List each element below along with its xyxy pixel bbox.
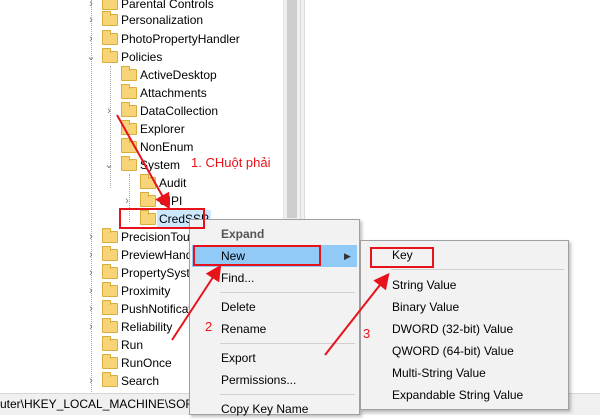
menu-item-label: Copy Key Name	[221, 402, 309, 416]
tree-item-label: Audit	[159, 176, 187, 190]
folder-icon	[102, 246, 118, 261]
tree-item-label: RunOnce	[121, 356, 172, 370]
tree-item-label: ActiveDesktop	[140, 68, 217, 82]
menu-item-label: QWORD (64-bit) Value	[392, 344, 514, 358]
menu-separator	[391, 269, 564, 270]
expand-arrow-icon[interactable]: ›	[86, 30, 96, 48]
menu-item-delete[interactable]: Delete	[192, 296, 357, 318]
tree-item-label: Reliability	[121, 320, 173, 334]
menu-item-label: DWORD (32-bit) Value	[392, 322, 514, 336]
menu-separator	[220, 343, 355, 344]
folder-icon	[102, 354, 118, 369]
expand-arrow-icon[interactable]: ›	[86, 318, 96, 336]
highlight-box-new	[193, 245, 321, 266]
menu-item-expand[interactable]: Expand	[192, 223, 357, 245]
tree-item-label: Attachments	[140, 86, 207, 100]
submenu-item-expandable-string-value[interactable]: Expandable String Value	[363, 384, 566, 406]
folder-icon	[140, 192, 156, 207]
status-path: uter\HKEY_LOCAL_MACHINE\SOFT	[0, 397, 201, 411]
submenu-item-multi-string-value[interactable]: Multi-String Value	[363, 362, 566, 384]
folder-icon	[121, 84, 137, 99]
menu-item-label: Permissions...	[221, 373, 297, 387]
folder-icon	[102, 336, 118, 351]
menu-item-permissions[interactable]: Permissions...	[192, 369, 357, 391]
highlight-box-key	[370, 247, 434, 268]
menu-item-label: Expandable String Value	[392, 388, 524, 402]
annotation-step1: 1. CHuột phải	[191, 155, 271, 170]
expand-arrow-icon[interactable]: ›	[86, 246, 96, 264]
folder-icon	[140, 174, 156, 189]
menu-item-label: Delete	[221, 300, 256, 314]
tree-item-label: Proximity	[121, 284, 171, 298]
menu-item-label: Find...	[221, 271, 255, 285]
tree-item-label: Run	[121, 338, 144, 352]
folder-icon	[102, 30, 118, 45]
menu-separator	[220, 292, 355, 293]
menu-item-find[interactable]: Find...	[192, 267, 357, 289]
submenu-item-dword-value[interactable]: DWORD (32-bit) Value	[363, 318, 566, 340]
tree-item-label: PreviewHand	[121, 248, 193, 262]
tree-item-label: Search	[121, 374, 160, 388]
folder-icon	[102, 282, 118, 297]
collapse-arrow-icon[interactable]: ⌄	[104, 156, 114, 174]
folder-icon	[121, 102, 137, 117]
menu-separator	[220, 394, 355, 395]
folder-icon	[102, 372, 118, 387]
highlight-box-credssp	[119, 208, 205, 229]
folder-icon	[102, 0, 118, 10]
folder-icon	[121, 66, 137, 81]
folder-icon	[102, 11, 118, 26]
tree-item-label: System	[140, 158, 181, 172]
collapse-arrow-icon[interactable]: ⌄	[86, 48, 96, 66]
submenu-item-string-value[interactable]: String Value	[363, 274, 566, 296]
menu-item-label: Expand	[221, 227, 265, 241]
menu-item-label: Binary Value	[392, 300, 460, 314]
tree-item-label: Personalization	[121, 13, 204, 27]
submenu-item-binary-value[interactable]: Binary Value	[363, 296, 566, 318]
submenu-item-qword-value[interactable]: QWORD (64-bit) Value	[363, 340, 566, 362]
folder-icon	[102, 300, 118, 315]
expand-arrow-icon[interactable]: ›	[104, 102, 114, 120]
tree-item-label: NonEnum	[140, 140, 194, 154]
folder-icon	[121, 138, 137, 153]
menu-item-export[interactable]: Export	[192, 347, 357, 369]
annotation-step3: 3	[363, 326, 371, 341]
menu-item-label: Multi-String Value	[392, 366, 486, 380]
menu-item-label: Export	[221, 351, 256, 365]
expand-arrow-icon[interactable]: ›	[86, 282, 96, 300]
menu-item-rename[interactable]: Rename	[192, 318, 357, 340]
expand-arrow-icon[interactable]: ›	[86, 228, 96, 246]
folder-icon	[121, 156, 137, 171]
tree-item-label: PushNotificat	[121, 302, 192, 316]
menu-item-label: String Value	[392, 278, 457, 292]
expand-arrow-icon[interactable]: ›	[86, 300, 96, 318]
folder-icon	[102, 228, 118, 243]
tree-item-label: PrecisionTou	[121, 230, 190, 244]
submenu-arrow-icon: ▶	[344, 251, 351, 261]
expand-arrow-icon[interactable]: ›	[86, 11, 96, 29]
tree-item-label: PropertySyst	[121, 266, 190, 280]
expand-arrow-icon[interactable]: ›	[86, 372, 96, 390]
folder-icon	[121, 120, 137, 135]
annotation-step2: 2	[205, 319, 213, 334]
expand-arrow-icon[interactable]: ›	[86, 264, 96, 282]
tree-item-label: DataCollection	[140, 104, 219, 118]
folder-icon	[102, 48, 118, 63]
folder-icon	[102, 264, 118, 279]
tree-item-label: Policies	[121, 50, 163, 64]
menu-item-copy-key-name[interactable]: Copy Key Name	[192, 398, 357, 420]
menu-item-label: Rename	[221, 322, 267, 336]
folder-icon	[102, 318, 118, 333]
scrollbar-thumb[interactable]	[287, 0, 297, 218]
tree-item-label: PhotoPropertyHandler	[121, 32, 240, 46]
tree-item-label: Explorer	[140, 122, 185, 136]
